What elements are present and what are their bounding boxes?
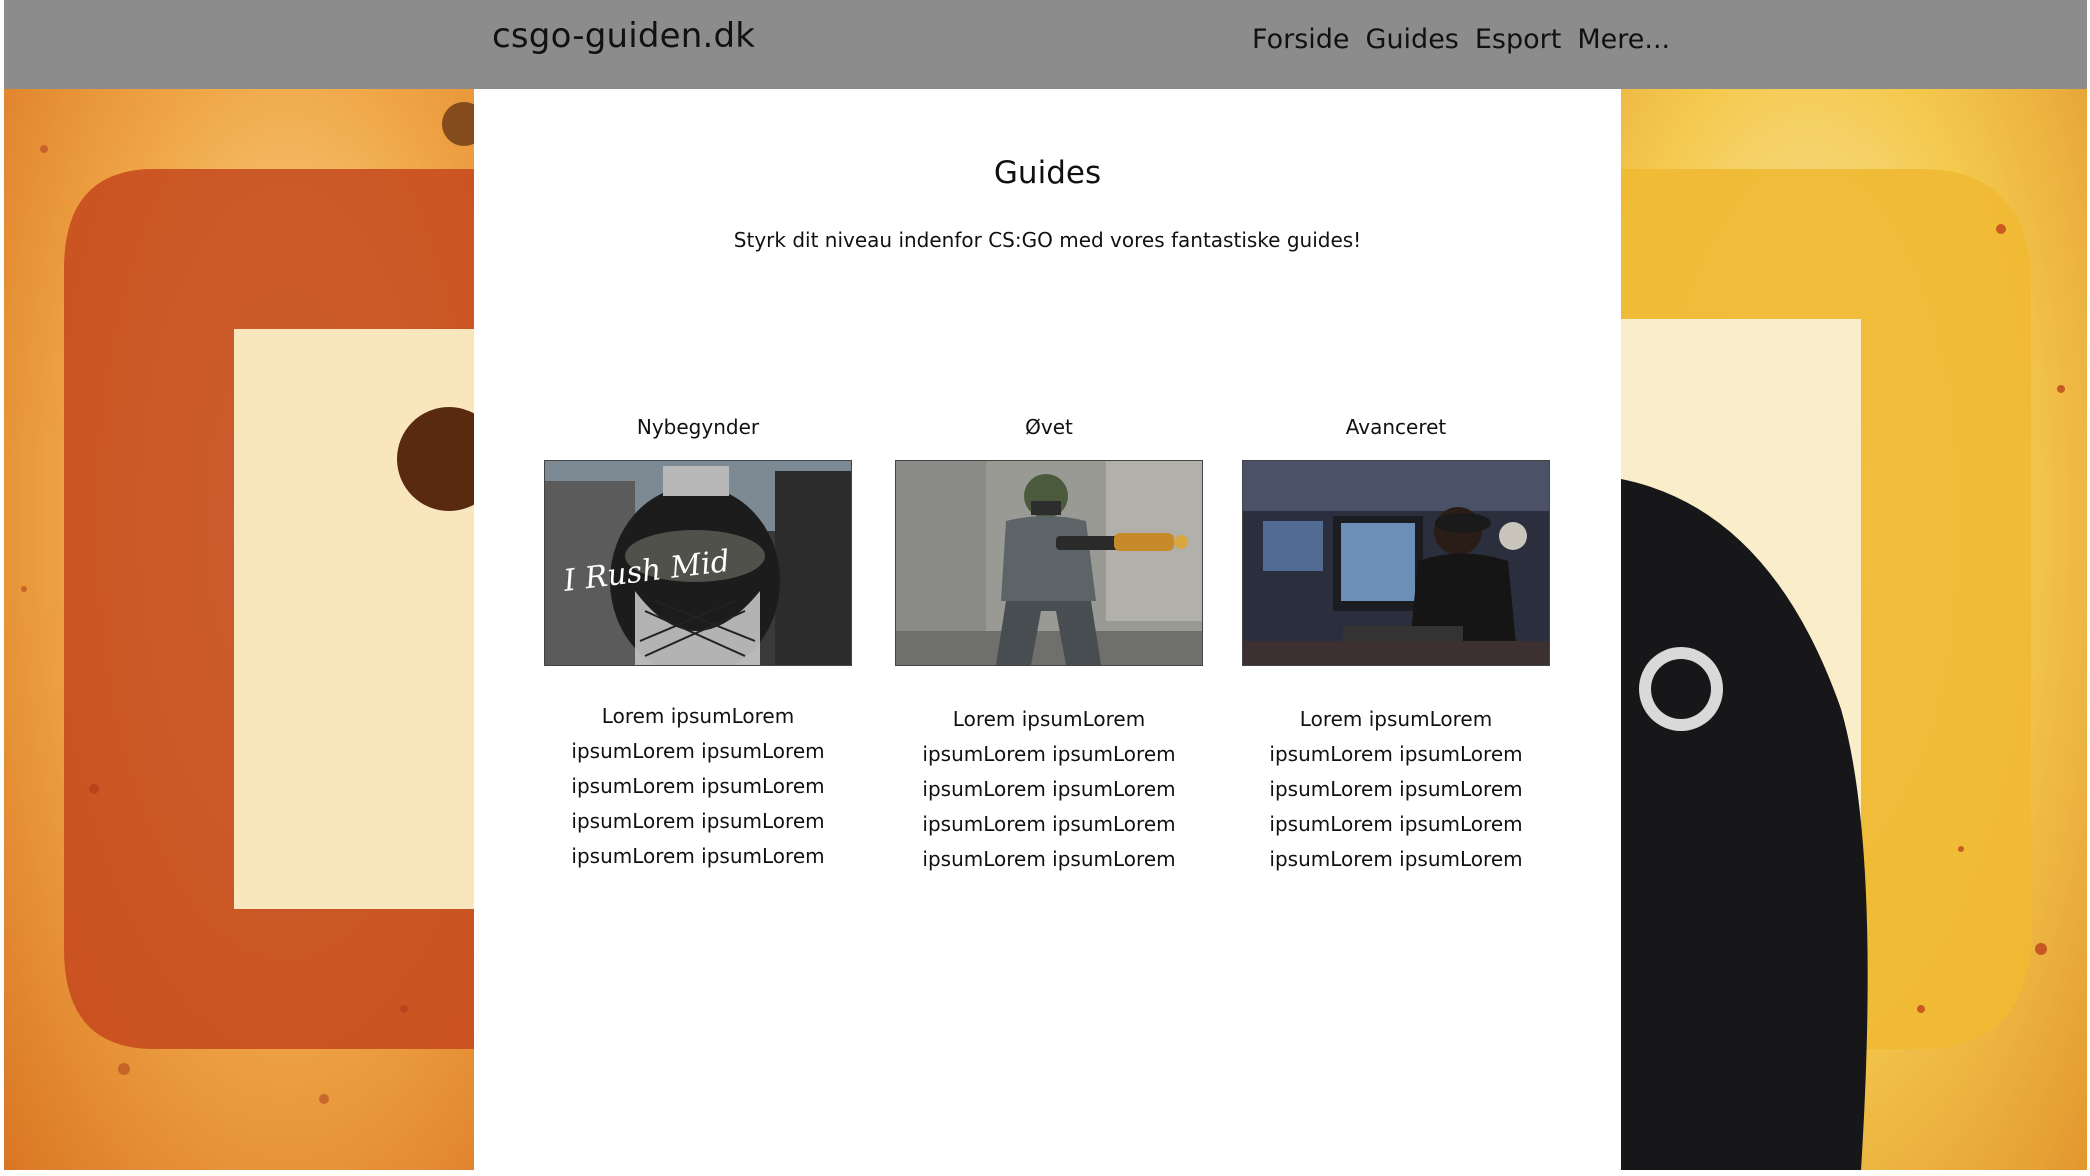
card-description: Lorem ipsumLorem ipsumLorem ipsumLorem i… xyxy=(895,702,1203,877)
header-bar: csgo-guiden.dk Forside Guides Esport Mer… xyxy=(4,0,2087,89)
card-text-line: Lorem ipsumLorem xyxy=(1299,707,1493,731)
card-text-line: ipsumLorem ipsumLorem xyxy=(1269,847,1523,871)
guide-card-ovet: Øvet Lorem ipsumLorem ipsumLorem ipsumLo… xyxy=(895,415,1203,877)
card-text-line: ipsumLorem ipsumLorem xyxy=(922,812,1176,836)
card-text-line: ipsumLorem ipsumLorem xyxy=(1269,777,1523,801)
card-description: Lorem ipsumLorem ipsumLorem ipsumLorem i… xyxy=(1242,702,1550,877)
guide-image-avanceret[interactable] xyxy=(1242,460,1550,666)
background-art-left xyxy=(4,89,474,1170)
guide-image-nybegynder[interactable]: I Rush Mid xyxy=(544,460,852,666)
content-panel: Guides Styrk dit niveau indenfor CS:GO m… xyxy=(474,89,1621,1170)
card-label: Øvet xyxy=(1025,415,1073,439)
card-text-line: Lorem ipsumLorem xyxy=(952,707,1146,731)
card-text-line: ipsumLorem ipsumLorem xyxy=(1269,742,1523,766)
nav-forside[interactable]: Forside xyxy=(1252,24,1350,55)
guide-image-ovet[interactable] xyxy=(895,460,1203,666)
card-text-line: ipsumLorem ipsumLorem xyxy=(571,774,825,798)
card-text-line: ipsumLorem ipsumLorem xyxy=(571,739,825,763)
card-text-line: ipsumLorem ipsumLorem xyxy=(922,777,1176,801)
site-title[interactable]: csgo-guiden.dk xyxy=(492,16,755,56)
nav-mere[interactable]: Mere... xyxy=(1577,24,1670,55)
card-description: Lorem ipsumLorem ipsumLorem ipsumLorem i… xyxy=(544,699,852,874)
nav-esport[interactable]: Esport xyxy=(1475,24,1561,55)
card-label: Nybegynder xyxy=(636,415,760,439)
main-nav: Forside Guides Esport Mere... xyxy=(1252,24,1670,55)
card-text-line: ipsumLorem ipsumLorem xyxy=(571,809,825,833)
nav-guides[interactable]: Guides xyxy=(1366,24,1459,55)
card-text-line: Lorem ipsumLorem xyxy=(601,704,795,728)
card-text-line: ipsumLorem ipsumLorem xyxy=(922,847,1176,871)
card-text-line: ipsumLorem ipsumLorem xyxy=(571,844,825,868)
background-art-right xyxy=(1621,89,2087,1170)
page-title: Guides xyxy=(993,155,1102,191)
guide-card-avanceret: Avanceret Lorem ipsumLorem ipsumLorem ip… xyxy=(1242,415,1550,877)
card-label: Avanceret xyxy=(1345,415,1447,439)
card-text-line: ipsumLorem ipsumLorem xyxy=(1269,812,1523,836)
card-text-line: ipsumLorem ipsumLorem xyxy=(922,742,1176,766)
page-subtitle: Styrk dit niveau indenfor CS:GO med vore… xyxy=(733,228,1362,252)
guide-card-nybegynder: Nybegynder I Rush Mid Lorem ipsumLorem i… xyxy=(544,415,852,874)
